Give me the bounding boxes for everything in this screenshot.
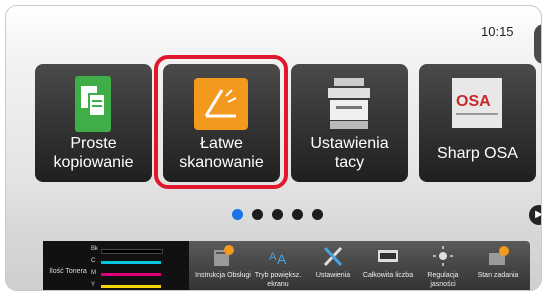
osa-logo-text: OSA bbox=[456, 93, 491, 110]
next-page-button[interactable]: ▶ bbox=[529, 205, 541, 225]
tile-label: tacy bbox=[334, 154, 365, 171]
page-dot[interactable] bbox=[272, 209, 283, 220]
page-dot-active[interactable] bbox=[232, 209, 243, 220]
counter-icon bbox=[378, 250, 398, 262]
toolbar-label: Ustawienia bbox=[315, 272, 351, 279]
tile-label: Ustawienia bbox=[310, 135, 389, 152]
manual-icon bbox=[214, 245, 234, 266]
toner-bar-cyan bbox=[101, 261, 161, 264]
toolbar-label: Stan zadania bbox=[477, 272, 519, 279]
manual-button[interactable]: Instrukcja Obsługi bbox=[194, 241, 252, 290]
tile-label: Sharp OSA bbox=[437, 145, 518, 162]
toolbar-label: Regulacja jasności bbox=[427, 272, 459, 288]
tile-sharp-osa[interactable]: OSA Sharp OSA bbox=[419, 64, 536, 182]
toner-bar-yellow bbox=[101, 285, 161, 288]
svg-text:A: A bbox=[269, 251, 277, 263]
toner-bar-black bbox=[101, 249, 163, 254]
toner-label: Bk bbox=[91, 246, 99, 252]
toner-title: Ilość Tonera bbox=[49, 268, 87, 275]
toner-level-panel: Ilość Tonera Bk C M Y bbox=[43, 241, 189, 290]
play-right-icon: ▶ bbox=[535, 209, 541, 220]
side-panel-tab[interactable]: ◂ bbox=[534, 24, 542, 64]
zoom-text-icon: AA bbox=[269, 251, 287, 267]
touch-screen: 10:15 ◂ Prostekopiowanie Łatweskanowanie… bbox=[5, 5, 542, 291]
toner-bar-magenta bbox=[101, 273, 161, 276]
total-count-button[interactable]: Całkowita liczba bbox=[359, 241, 417, 290]
toolbar-label: Tryb powiększ. ekranu bbox=[254, 272, 302, 288]
job-status-button[interactable]: Stan zadania bbox=[469, 241, 527, 290]
chevron-left-icon: ◂ bbox=[541, 35, 542, 48]
toner-label: Y bbox=[91, 282, 96, 288]
copy-icon bbox=[64, 76, 122, 132]
tile-label: Proste bbox=[70, 135, 117, 152]
svg-text:A: A bbox=[277, 251, 287, 267]
toolbar-label: Całkowita liczba bbox=[362, 272, 414, 279]
page-dot[interactable] bbox=[292, 209, 303, 220]
clock: 10:15 bbox=[481, 24, 514, 39]
page-dot[interactable] bbox=[312, 209, 323, 220]
tools-icon bbox=[323, 246, 343, 267]
tile-label: kopiowanie bbox=[53, 154, 134, 171]
brightness-icon bbox=[433, 246, 453, 266]
settings-button[interactable]: Ustawienia bbox=[304, 241, 362, 290]
osa-icon: OSA bbox=[448, 76, 506, 132]
bottom-toolbar: Ilość Tonera Bk C M Y Instrukcja Obsługi… bbox=[43, 241, 530, 290]
selected-tile-highlight bbox=[154, 55, 288, 189]
job-status-icon bbox=[489, 246, 509, 265]
page-dot[interactable] bbox=[252, 209, 263, 220]
toolbar-label: Instrukcja Obsługi bbox=[195, 272, 251, 279]
tile-tray-settings[interactable]: Ustawienia tacy bbox=[291, 64, 408, 182]
toner-label: M bbox=[91, 270, 96, 276]
printer-icon bbox=[320, 76, 378, 132]
toner-label: C bbox=[91, 258, 96, 264]
brightness-button[interactable]: Regulacja jasności bbox=[414, 241, 472, 290]
zoom-mode-button[interactable]: AA Tryb powiększ. ekranu bbox=[249, 241, 307, 290]
tile-simple-copy[interactable]: Proste kopiowanie bbox=[35, 64, 152, 182]
